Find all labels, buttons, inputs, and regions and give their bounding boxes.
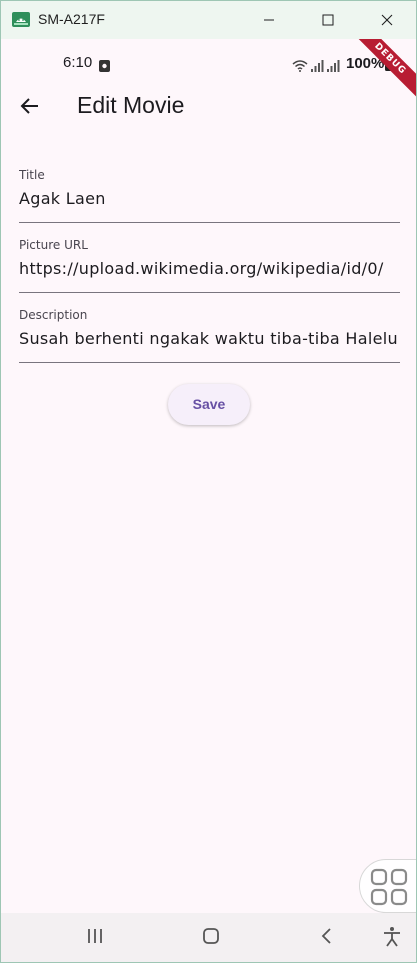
android-app-icon [12,12,30,27]
picture-url-field-label: Picture URL [19,238,88,252]
home-icon[interactable] [202,926,220,950]
maximize-button[interactable] [305,1,351,39]
title-field[interactable]: Title Agak Laen [19,168,400,223]
window-title: SM-A217F [38,11,105,27]
window-title-bar[interactable]: SM-A217F [1,1,416,39]
maximize-icon [322,14,334,26]
back-button[interactable] [15,91,47,123]
status-time: 6:10 [63,54,93,71]
picture-url-field-value[interactable]: https://upload.wikimedia.org/wikipedia/i… [19,259,384,278]
emulator-window: SM-A217F 6:10 100% DEBUG Edit Movie Titl… [0,0,417,963]
arrow-back-icon [20,98,38,114]
save-button[interactable]: Save [168,384,250,425]
description-field-label: Description [19,308,88,322]
picture-url-field[interactable]: Picture URL https://upload.wikimedia.org… [19,238,400,293]
accessibility-icon[interactable] [382,926,402,952]
title-field-label: Title [19,168,45,182]
minimize-button[interactable] [246,1,292,39]
app-bar: Edit Movie [1,89,416,129]
floating-menu-button[interactable] [359,859,416,913]
close-icon [381,14,393,26]
page-title: Edit Movie [77,92,185,118]
title-field-value[interactable]: Agak Laen [19,189,106,208]
status-bar: 6:10 100% [1,39,416,89]
wifi-icon [292,57,308,76]
grid-menu-icon [370,868,408,906]
notification-icon [99,57,110,72]
signal-icon-secondary [327,57,340,76]
description-field-value[interactable]: Susah berhenti ngakak waktu tiba-tiba Ha… [19,329,398,348]
system-navigation-bar [1,913,416,962]
signal-icon [311,57,324,76]
nav-back-icon[interactable] [320,926,334,950]
phone-screen: 6:10 100% DEBUG Edit Movie Title Agak La… [1,39,416,962]
description-field[interactable]: Description Susah berhenti ngakak waktu … [19,308,400,363]
minimize-icon [264,19,274,21]
close-button[interactable] [364,1,410,39]
recent-apps-icon[interactable] [87,926,105,950]
